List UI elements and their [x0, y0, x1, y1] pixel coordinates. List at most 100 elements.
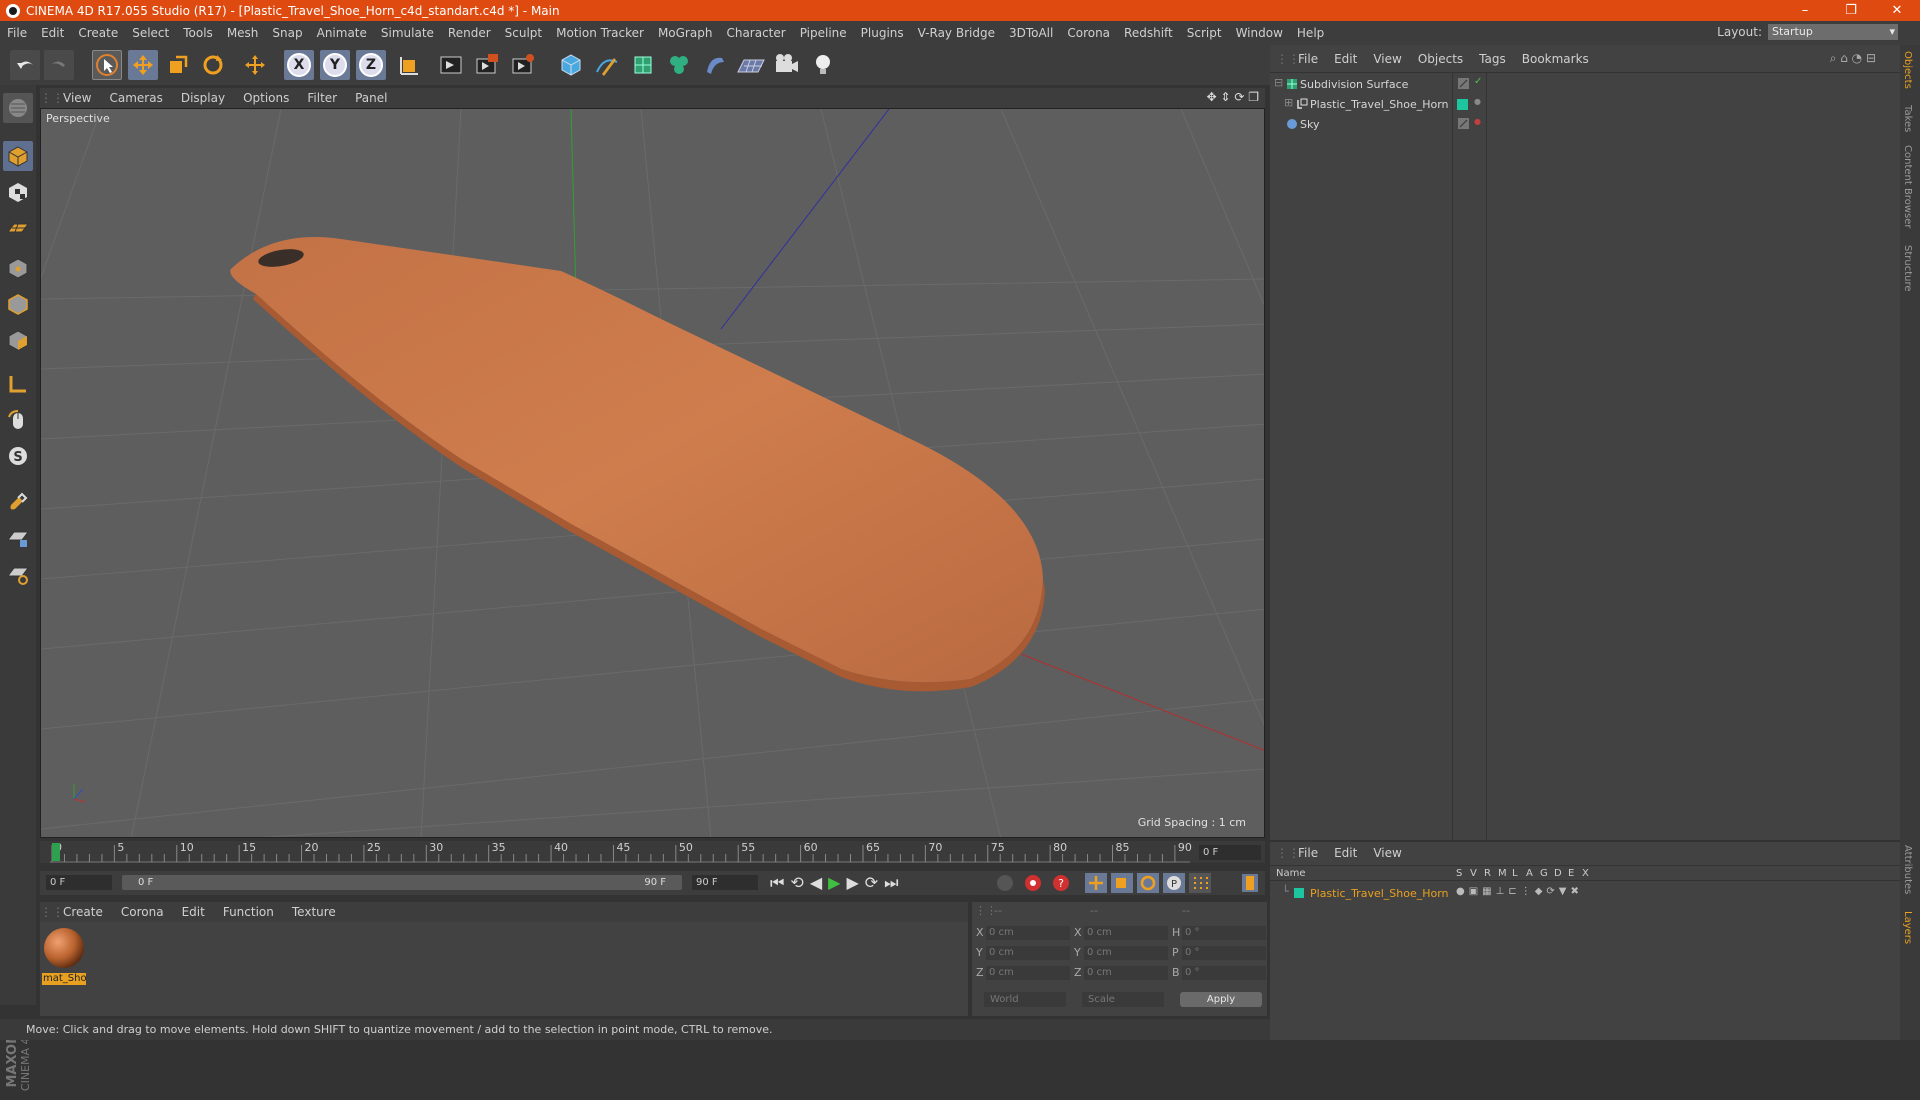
menu-motion-tracker[interactable]: Motion Tracker	[549, 26, 651, 40]
layer-column-header[interactable]: V	[1470, 868, 1480, 879]
minimize-button[interactable]: –	[1782, 0, 1828, 21]
subdivision-surface-icon[interactable]	[628, 50, 658, 80]
material-swatch[interactable]: mat_Sho	[42, 926, 86, 985]
previous-key-icon[interactable]: ⟲	[790, 873, 803, 893]
layout-dropdown[interactable]: Startup	[1768, 24, 1898, 40]
tab-structure[interactable]: Structure	[1902, 245, 1913, 292]
layer-column-header[interactable]: L	[1512, 868, 1522, 879]
key-scale-icon[interactable]	[1111, 873, 1133, 893]
menu-select[interactable]: Select	[125, 26, 176, 40]
live-selection-icon[interactable]	[92, 50, 122, 80]
rotation-p-field[interactable]: 0 °	[1182, 946, 1266, 960]
shoe-horn-model[interactable]	[230, 237, 1043, 683]
next-key-icon[interactable]: ⟳	[865, 873, 878, 893]
floor-icon[interactable]	[736, 50, 766, 80]
scale-x-field[interactable]: 0 cm	[1084, 926, 1168, 940]
menu-3dtoall[interactable]: 3DToAll	[1002, 26, 1060, 40]
om-menu-objects[interactable]: Objects	[1410, 52, 1471, 66]
axis-mode-icon[interactable]	[3, 369, 33, 399]
menu-corona[interactable]: Corona	[1060, 26, 1117, 40]
layer-row-color[interactable]	[1294, 888, 1304, 898]
menu-simulate[interactable]: Simulate	[374, 26, 441, 40]
current-frame-field[interactable]: 0 F	[1199, 845, 1261, 860]
om-menu-view[interactable]: View	[1365, 52, 1409, 66]
previous-frame-icon[interactable]: ◀	[810, 873, 822, 893]
layer-column-header[interactable]: D	[1554, 868, 1564, 879]
transform-tool-icon[interactable]	[240, 50, 270, 80]
layer-flag-icons[interactable]: ●▣▦⊥⊏⋮◆⟳▼✖	[1456, 886, 1583, 897]
menu-create[interactable]: Create	[71, 26, 125, 40]
om-menu-edit[interactable]: Edit	[1326, 52, 1365, 66]
viewport-menu-filter[interactable]: Filter	[298, 91, 346, 105]
go-to-end-icon[interactable]: ⏭	[884, 873, 898, 893]
make-editable-icon[interactable]	[3, 93, 33, 123]
rotate-tool-icon[interactable]	[198, 50, 228, 80]
render-to-picture-viewer-icon[interactable]	[472, 50, 502, 80]
object-row-sky[interactable]: Sky ●	[1270, 115, 1900, 135]
om-search-icons[interactable]: ⌕ ⌂ ◔ ⊟	[1830, 51, 1876, 66]
layer-column-header[interactable]: G	[1540, 868, 1550, 879]
camera-icon[interactable]	[772, 50, 802, 80]
tab-layers[interactable]: Layers	[1902, 911, 1913, 944]
layer-column-header[interactable]: S	[1456, 868, 1466, 879]
tab-objects[interactable]: Objects	[1902, 51, 1913, 89]
pen-spline-icon[interactable]	[592, 50, 622, 80]
viewport-menu-view[interactable]: View	[54, 91, 100, 105]
tab-attributes[interactable]: Attributes	[1902, 845, 1913, 894]
close-button[interactable]: ✕	[1874, 0, 1920, 21]
key-position-icon[interactable]	[1085, 873, 1107, 893]
autokeying-icon[interactable]: ?	[1051, 873, 1071, 893]
record-keyframe-icon[interactable]	[1023, 873, 1043, 893]
menu-window[interactable]: Window	[1229, 26, 1290, 40]
rotation-h-field[interactable]: 0 °	[1182, 926, 1266, 940]
scale-tool-icon[interactable]	[163, 50, 193, 80]
viewport-menu-panel[interactable]: Panel	[346, 91, 396, 105]
menu-mesh[interactable]: Mesh	[220, 26, 266, 40]
object-row-shoe-horn[interactable]: ⊞ Plastic_Travel_Shoe_Horn ●	[1270, 95, 1900, 115]
light-icon[interactable]	[808, 50, 838, 80]
workplane-mode-icon[interactable]	[3, 213, 33, 243]
start-frame-field[interactable]: 0 F	[46, 875, 112, 890]
model-mode-icon[interactable]	[3, 141, 33, 171]
z-axis-lock-button[interactable]: Z	[356, 50, 386, 80]
coordinate-system-icon[interactable]	[394, 50, 424, 80]
sky-layer-tag-icon[interactable]	[1458, 118, 1470, 130]
viewport-menu-cameras[interactable]: Cameras	[100, 91, 171, 105]
cube-object-icon[interactable]	[556, 50, 586, 80]
menu-sculpt[interactable]: Sculpt	[498, 26, 549, 40]
layer-column-header[interactable]: E	[1568, 868, 1578, 879]
menu-file[interactable]: File	[0, 26, 34, 40]
move-tool-icon[interactable]	[128, 50, 158, 80]
material-menu-create[interactable]: Create	[54, 905, 112, 919]
material-menu-edit[interactable]: Edit	[173, 905, 214, 919]
texture-mode-icon[interactable]	[3, 177, 33, 207]
menu-snap[interactable]: Snap	[265, 26, 309, 40]
go-to-start-icon[interactable]: ⏮	[770, 873, 784, 893]
menu-vray-bridge[interactable]: V-Ray Bridge	[911, 26, 1002, 40]
material-menu-texture[interactable]: Texture	[283, 905, 345, 919]
menu-animate[interactable]: Animate	[310, 26, 374, 40]
timeline-ruler[interactable]: 051015202530354045505560657075808590 0 F	[40, 841, 1265, 863]
menu-render[interactable]: Render	[441, 26, 498, 40]
position-x-field[interactable]: 0 cm	[986, 926, 1070, 940]
menu-plugins[interactable]: Plugins	[854, 26, 911, 40]
viewport-navigation-icons[interactable]: ✥ ⇕ ⟳ ❐	[1207, 90, 1259, 104]
key-rotation-icon[interactable]	[1137, 873, 1159, 893]
render-view-icon[interactable]	[436, 50, 466, 80]
position-z-field[interactable]: 0 cm	[986, 966, 1070, 980]
undo-icon[interactable]	[10, 50, 40, 80]
workplane-lock-icon[interactable]	[3, 523, 33, 553]
y-axis-lock-button[interactable]: Y	[320, 50, 350, 80]
perspective-viewport[interactable]: Perspective Grid Spacing : 1 cm	[40, 108, 1265, 838]
layer-tag-icon[interactable]	[1458, 78, 1470, 90]
transform-mode-dropdown[interactable]: Scale	[1082, 992, 1164, 1007]
position-y-field[interactable]: 0 cm	[986, 946, 1070, 960]
end-frame-field[interactable]: 90 F	[692, 875, 758, 890]
workplane-rotate-icon[interactable]	[3, 559, 33, 589]
deformer-icon[interactable]	[700, 50, 730, 80]
snap-magnet-icon[interactable]	[3, 487, 33, 517]
points-mode-icon[interactable]	[3, 253, 33, 283]
object-row-subdivision[interactable]: ⊟ Subdivision Surface ✓	[1270, 75, 1900, 95]
x-axis-lock-button[interactable]: X	[284, 50, 314, 80]
om-menu-tags[interactable]: Tags	[1471, 52, 1514, 66]
